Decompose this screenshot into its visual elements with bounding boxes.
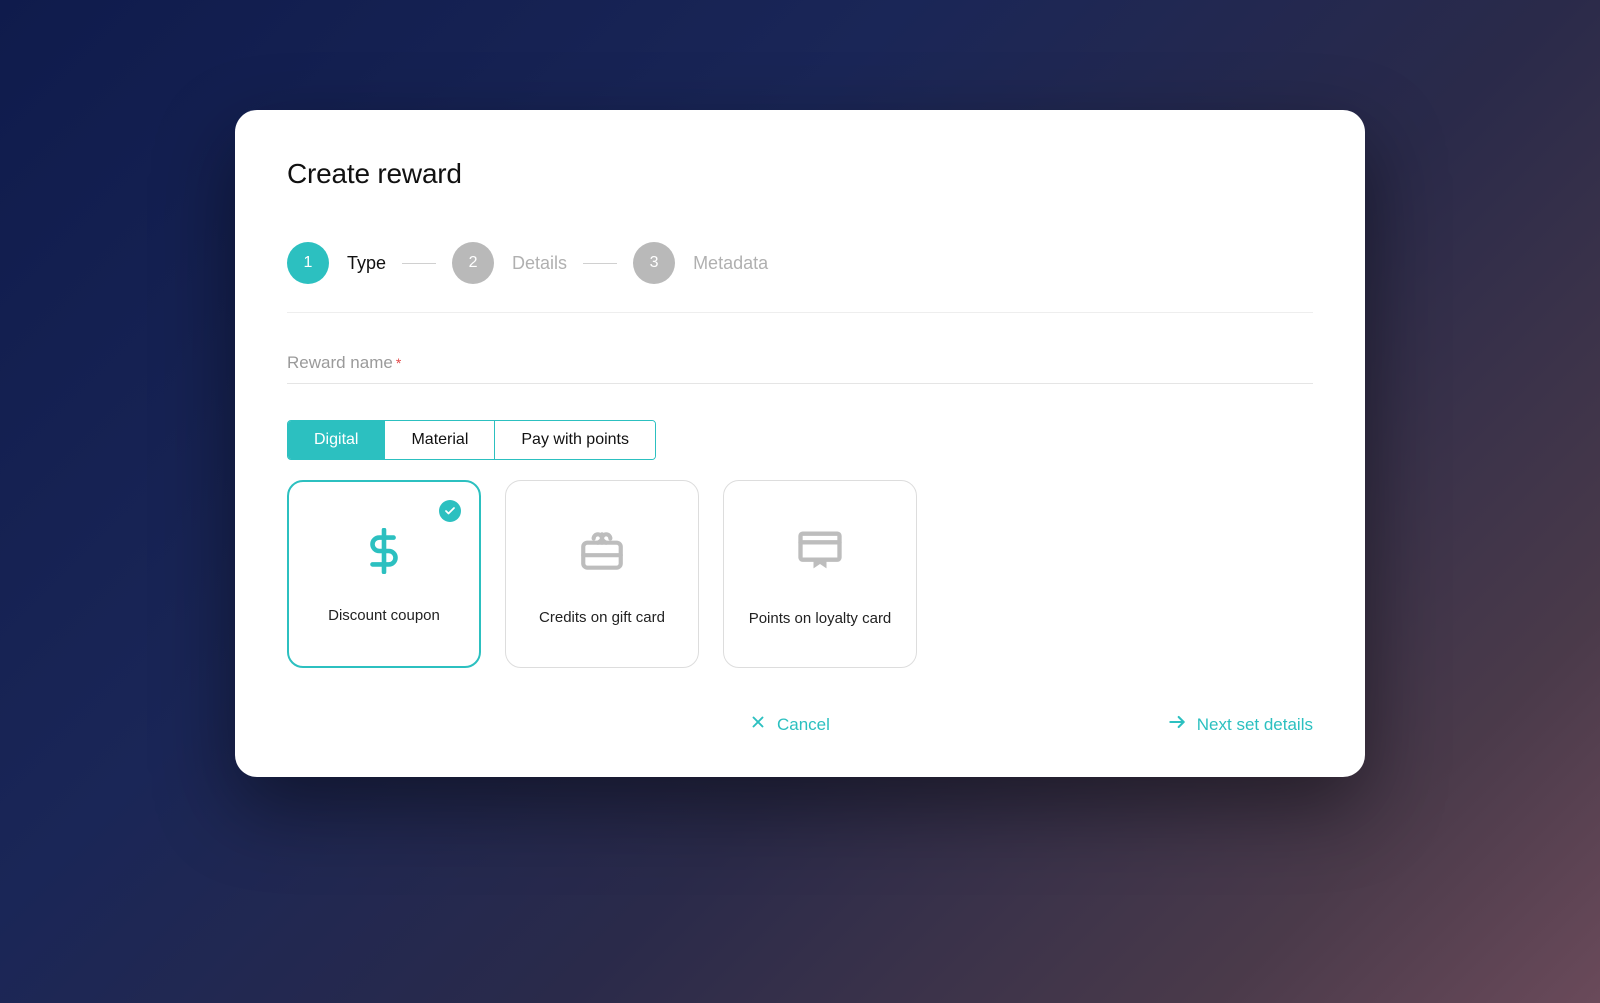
card-label: Points on loyalty card: [749, 610, 892, 627]
tab-digital[interactable]: Digital: [288, 421, 384, 459]
next-button[interactable]: Next set details: [1167, 712, 1313, 737]
close-icon: [749, 713, 767, 736]
reward-card-row: Discount coupon Credits on gift card: [287, 480, 1313, 668]
step-connector: [402, 263, 436, 264]
required-indicator: *: [396, 355, 401, 371]
tab-pay-with-points[interactable]: Pay with points: [494, 421, 655, 459]
step-label: Details: [512, 253, 567, 274]
step-number: 3: [633, 242, 675, 284]
dollar-icon: [361, 528, 407, 579]
card-label: Credits on gift card: [539, 609, 665, 626]
reward-name-label: Reward name: [287, 353, 393, 372]
next-label: Next set details: [1197, 715, 1313, 735]
gift-card-icon: [577, 526, 627, 581]
arrow-right-icon: [1167, 712, 1187, 737]
cancel-button[interactable]: Cancel: [749, 713, 830, 736]
step-connector: [583, 263, 617, 264]
step-type[interactable]: 1 Type: [287, 242, 386, 284]
card-points-loyalty-card[interactable]: Points on loyalty card: [723, 480, 917, 668]
step-label: Type: [347, 253, 386, 274]
step-label: Metadata: [693, 253, 768, 274]
loyalty-card-icon: [794, 525, 846, 582]
modal-title: Create reward: [287, 158, 1313, 190]
create-reward-modal: Create reward 1 Type 2 Details 3 Metadat…: [235, 110, 1365, 777]
footer-actions: Cancel Next set details: [287, 712, 1313, 737]
cancel-label: Cancel: [777, 715, 830, 735]
reward-name-field[interactable]: Reward name*: [287, 353, 1313, 384]
step-details[interactable]: 2 Details: [452, 242, 567, 284]
reward-type-tabs: Digital Material Pay with points: [287, 420, 656, 460]
form-body: Reward name* Digital Material Pay with p…: [287, 353, 1313, 737]
card-credits-gift-card[interactable]: Credits on gift card: [505, 480, 699, 668]
tab-material[interactable]: Material: [384, 421, 494, 459]
step-number: 1: [287, 242, 329, 284]
card-discount-coupon[interactable]: Discount coupon: [287, 480, 481, 668]
step-number: 2: [452, 242, 494, 284]
check-icon: [439, 500, 461, 522]
step-metadata[interactable]: 3 Metadata: [633, 242, 768, 284]
card-label: Discount coupon: [328, 607, 440, 624]
stepper: 1 Type 2 Details 3 Metadata: [287, 242, 1313, 313]
